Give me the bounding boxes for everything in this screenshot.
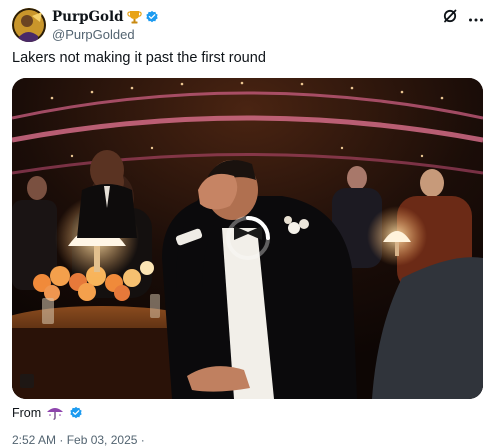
display-name[interactable]: PurpGold bbox=[52, 9, 124, 25]
umbrella-flag-icon[interactable] bbox=[46, 406, 64, 420]
tweet-text: Lakers not making it past the first roun… bbox=[12, 50, 266, 66]
video-player[interactable] bbox=[12, 78, 483, 399]
tweet-card: PurpGold @PurpGolded Lakers not making i… bbox=[0, 0, 500, 447]
top-actions bbox=[442, 8, 484, 29]
more-icon[interactable] bbox=[468, 13, 484, 25]
verified-badge-icon[interactable] bbox=[69, 406, 83, 420]
timestamp[interactable]: 2:52 AM · Feb 03, 2025 · bbox=[12, 433, 145, 447]
handle[interactable]: @PurpGolded bbox=[52, 27, 159, 42]
name-row: PurpGold bbox=[52, 9, 159, 25]
from-label: From bbox=[12, 406, 42, 420]
verified-badge-icon[interactable] bbox=[145, 10, 159, 24]
grok-icon[interactable] bbox=[442, 8, 458, 29]
author-info: PurpGold @PurpGolded bbox=[52, 9, 159, 42]
avatar[interactable] bbox=[12, 8, 46, 42]
trophy-icon bbox=[126, 10, 142, 24]
from-attribution: From bbox=[12, 406, 83, 420]
